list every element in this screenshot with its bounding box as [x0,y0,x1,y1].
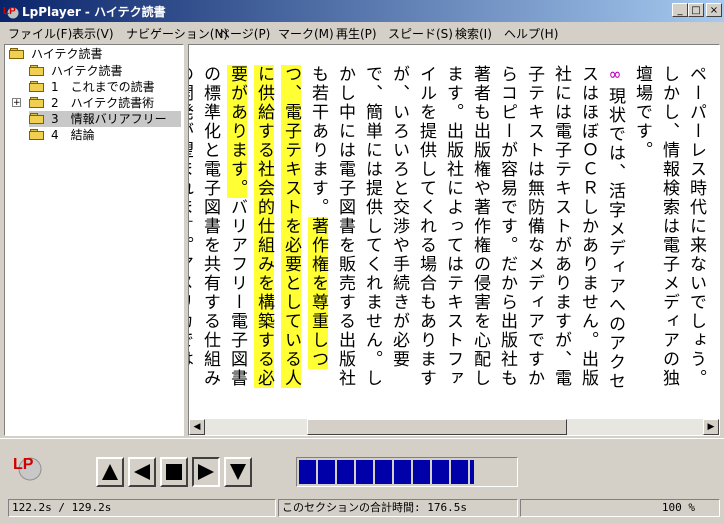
svg-text:LP: LP [3,6,16,17]
scroll-right-icon[interactable]: ▶ [703,419,719,435]
maximize-button[interactable]: □ [688,3,704,17]
menu-speed[interactable]: スピード(S) [388,25,453,42]
lpplayer-logo-icon: LP [3,6,19,19]
scroll-left-icon[interactable]: ◀ [189,419,205,435]
folder-icon [9,48,25,60]
minimize-button[interactable]: _ [672,3,688,17]
folder-icon [29,97,45,109]
folder-icon [29,81,45,93]
menu-help[interactable]: ヘルプ(H) [504,25,558,42]
arrow-down-icon [230,464,246,480]
menu-navigation[interactable]: ナビゲーション(N) [126,25,228,42]
section-total-time: このセクションの合計時間: 176.5s [278,499,518,517]
menu-bar: ファイル(F) 表示(V) ナビゲーション(N) ページ(P) マーク(M) 再… [0,22,724,42]
control-panel: LP [0,438,724,497]
play-button[interactable] [192,457,220,487]
folder-icon [29,129,45,141]
window-title: LpPlayer - ハイテク読書 [22,5,166,19]
folder-icon [29,65,45,77]
arrow-left-icon [134,464,150,480]
status-bar: 122.2s / 129.2s このセクションの合計時間: 176.5s 100… [0,498,724,520]
lpplayer-logo-icon: LP [13,456,42,481]
menu-search[interactable]: 検索(I) [455,25,492,42]
stop-icon [166,464,182,480]
text-before: ペーパーレス時代に来ないでしょう。しかし、情報検索は電子メディアの独壇場です。 [632,65,706,388]
scrollbar-thumb[interactable] [307,419,567,435]
playback-time: 122.2s / 129.2s [8,499,276,517]
playback-progress-bar [296,457,518,487]
open-folder-icon [29,113,45,125]
tree-item-chapter-3[interactable]: 3 情報バリアフリー [29,111,181,127]
rewind-button[interactable] [128,457,156,487]
horizontal-scrollbar[interactable]: ◀ ▶ [189,419,719,435]
menu-view[interactable]: 表示(V) [72,25,114,42]
svg-text:LP: LP [13,456,34,473]
text-middle: 現状では、活字メディアへのアクセスはほぼＯＣＲしかありません。出版社には電子テキ… [308,65,625,391]
menu-page[interactable]: ページ(P) [218,25,270,42]
text-pane[interactable]: ペーパーレス時代に来ないでしょう。しかし、情報検索は電子メディアの独壇場です。 … [188,44,720,436]
menu-mark[interactable]: マーク(M) [278,25,334,42]
close-button[interactable]: × [706,3,722,17]
menu-playback[interactable]: 再生(P) [336,25,377,42]
document-text: ペーパーレス時代に来ないでしょう。しかし、情報検索は電子メディアの独壇場です。 … [189,65,709,405]
stop-button[interactable] [160,457,188,487]
menu-file[interactable]: ファイル(F) [8,25,72,42]
title-bar: LP LpPlayer - ハイテク読書 _ □ × [0,0,724,22]
zoom-level: 100 % [520,499,720,517]
play-icon [198,464,214,480]
expand-chapter-2-icon[interactable]: + [12,98,21,108]
down-button[interactable] [224,457,252,487]
up-button[interactable] [96,457,124,487]
arrow-up-icon [102,464,118,480]
navigation-tree: ハイテク読書 ハイテク読書 1 これまでの読書 + 2 ハイテク読書術 3 情報… [4,44,184,436]
position-marker-icon: ∞ [605,65,625,87]
progress-fill [299,460,474,484]
